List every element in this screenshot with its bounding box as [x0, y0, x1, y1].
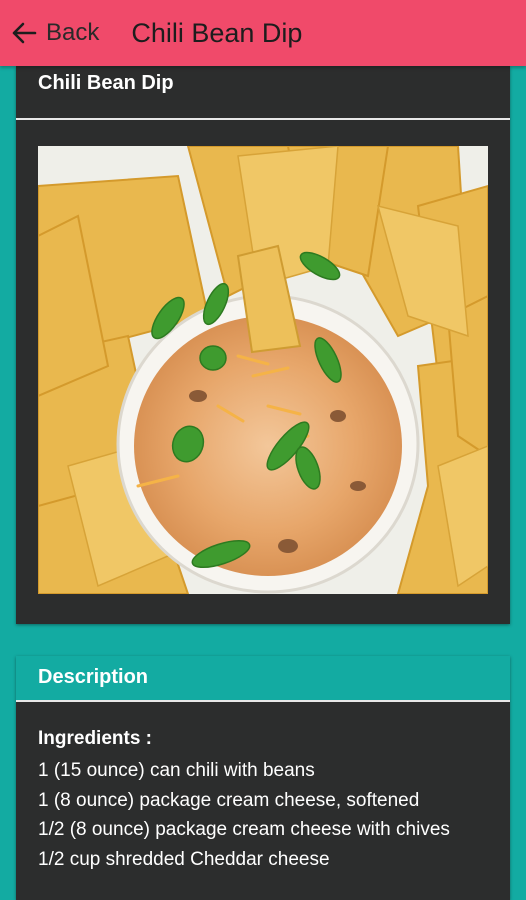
- app-bar: Back Chili Bean Dip: [0, 0, 526, 66]
- description-card: Description Ingredients : 1 (15 ounce) c…: [16, 656, 510, 900]
- ingredients-title: Ingredients :: [38, 728, 153, 749]
- description-header: Description: [16, 656, 510, 702]
- back-button[interactable]: Back: [0, 0, 117, 66]
- back-label: Back: [46, 19, 100, 46]
- dip-photo: [38, 146, 488, 594]
- recipe-card: Chili Bean Dip: [16, 66, 510, 624]
- ingredient-item: 1 (8 ounce) package cream cheese, soften…: [38, 789, 420, 811]
- ingredient-item: 1/2 (8 ounce) package cream cheese with …: [38, 819, 450, 840]
- ingredient-item: 1/2 cup shredded Cheddar cheese: [38, 848, 330, 870]
- dip-photo-image: [38, 146, 488, 594]
- back-arrow-icon: [12, 22, 37, 44]
- page-title: Chili Bean Dip: [131, 17, 303, 48]
- ingredient-item: 1 (15 ounce) can chili with beans: [38, 760, 315, 781]
- recipe-title: Chili Bean Dip: [16, 66, 510, 120]
- description-body: Ingredients : 1 (15 ounce) can chili wit…: [16, 702, 510, 874]
